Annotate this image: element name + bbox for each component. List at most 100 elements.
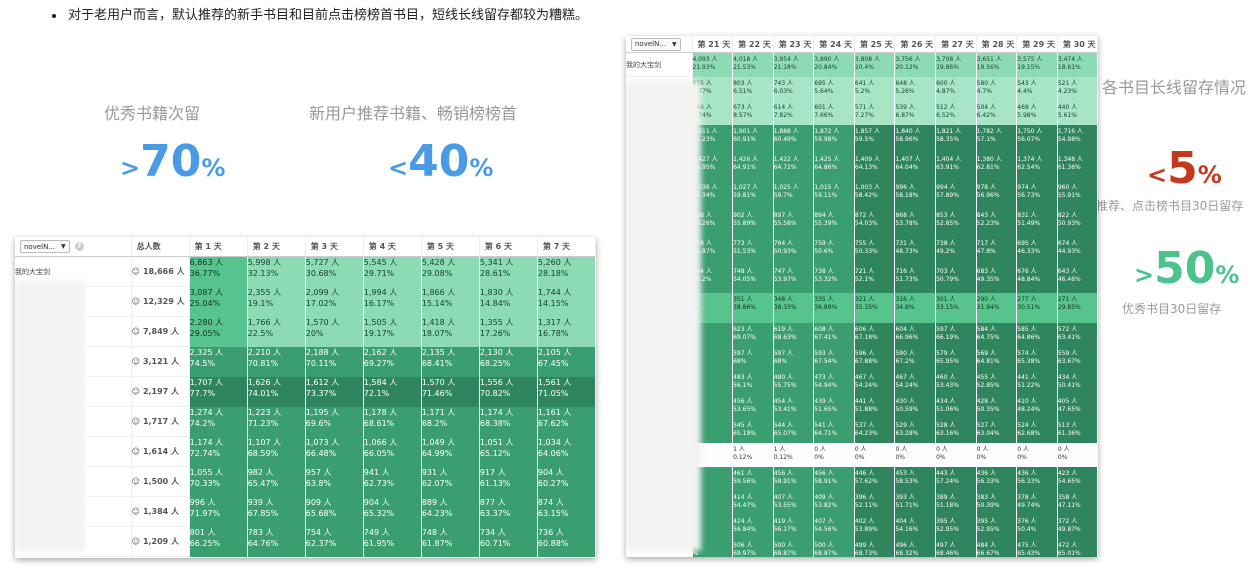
retention-cell: 424 人 56.84% [732,514,774,539]
retention-cell: 1,626 人 74.01% [247,376,306,407]
header-selector-cell: novelN... ▼ [626,36,693,53]
retention-cell: 978 人 56.96% [976,180,1018,209]
retention-cell: 1,380 人 62.81% [976,152,1018,181]
table-row: ☺ 1,500 人 1,055 人 70.33% 982 人 65.47% 957 人 63.… [15,466,596,497]
retention-cell: 497 人 68.46% [935,538,977,557]
retention-cell: 6,863 人 36.77% [189,256,248,287]
retention-cell: 748 人 54.05% [732,264,774,293]
help-icon[interactable]: ? [74,241,84,251]
day-header: 第 22 天 [732,36,774,53]
bullet-point: 对于老用户而言，默认推荐的新手书目和目前点击榜榜首书目，短线长线留存都较为糟糕。 [52,4,588,23]
retention-cell: 738 人 49.2% [935,236,977,265]
retention-cell: 428 人 50.35% [976,394,1018,419]
stat-label-long-retention: 各书目长线留存情况 [1102,78,1247,97]
retention-cell: 585 人 64.86% [1016,322,1058,347]
stat-label-recommend: 推荐、点击榜书目30日留存 [1096,199,1244,213]
retention-cell: 1,174 人 72.74% [189,436,248,467]
retention-cell: 1,426 人 64.91% [732,152,774,181]
retention-cell: 453 人 58.53% [894,466,937,491]
retention-cell: 623 人 69.07% [732,322,774,347]
retention-cell: 674 人 44.93% [1057,236,1098,265]
retention-cell: 597 人 66.19% [935,322,977,347]
user-icon: ☺ [131,267,140,276]
retention-cell: 1,866 人 15.14% [421,286,480,317]
retention-cell: 395 人 52.95% [935,514,977,539]
day-header: 第 24 天 [813,36,855,53]
retention-cell: 1,744 人 14.15% [537,286,596,317]
retention-cell: 1,766 人 22.5% [247,316,306,347]
retention-cell: 419 人 56.17% [773,514,815,539]
retention-cell: 0 人 0% [976,442,1018,467]
retention-cell: 909 人 65.68% [305,496,364,527]
retention-cell: 440 人 5.61% [1057,100,1098,125]
retention-cell: 3,575 人 19.15% [1016,52,1058,77]
retention-cell: 957 人 63.8% [305,466,364,497]
retention-cell: 1,174 人 68.38% [479,406,538,437]
row-total: ☺ 1,614 人 [131,436,190,467]
row-total: ☺ 18,666 人 [131,256,190,287]
retention-cell: 1,409 人 64.13% [854,152,896,181]
retention-cell: 1,051 人 65.12% [479,436,538,467]
retention-cell: 584 人 64.75% [976,322,1018,347]
user-icon: ☺ [131,507,140,516]
day-header: 第 7 天 [537,237,596,257]
left-grid: novelN... ▼? 总人数 第 1 天 第 2 天 第 3 天 第 4 天 … [15,237,596,557]
stat-label-excellent: 优秀书目30日留存 [1122,302,1222,316]
user-icon: ☺ [131,297,140,306]
table-row: ☺ 7,849 人 2,280 人 29.05% 1,766 人 22.5% 1,570 人… [15,316,596,347]
retention-cell: 0 人 0% [813,442,855,467]
retention-cell: 604 人 66.96% [894,322,937,347]
header-selector-cell: novelN... ▼? [15,237,132,257]
retention-cell: 2,162 人 69.27% [363,346,422,377]
retention-cell: 695 人 5.64% [813,76,855,101]
retention-cell: 803 人 6.51% [732,76,774,101]
retention-cell: 1,707 人 77.7% [189,376,248,407]
retention-cell: 1,178 人 68.61% [363,406,422,437]
retention-cell: 539 人 6.87% [894,100,937,125]
row-total: ☺ 2,197 人 [131,376,190,407]
retention-cell: 1,073 人 66.48% [305,436,364,467]
retention-cell: 395 人 52.95% [976,514,1018,539]
retention-cell: 3,890 人 20.84% [813,52,855,77]
retention-cell: 5,260 人 28.18% [537,256,596,287]
retention-cell: 512 人 6.52% [935,100,977,125]
retention-cell: 1,355 人 17.26% [479,316,538,347]
user-icon: ☺ [131,447,140,456]
retention-cell: 843 人 52.23% [976,208,1018,237]
retention-cell: 1,223 人 71.23% [247,406,306,437]
retention-cell: 393 人 51.71% [894,490,937,515]
retention-cell: 721 人 52.1% [854,264,896,293]
retention-cell: 430 人 50.59% [894,394,937,419]
retention-cell: 407 人 53.55% [773,490,815,515]
retention-cell: 569 人 64.81% [976,346,1018,371]
retention-cell: 454 人 53.41% [773,394,815,419]
retention-cell: 3,651 人 19.56% [976,52,1018,77]
retention-cell: 480 人 55.75% [773,370,815,395]
retention-cell: 831 人 51.49% [1016,208,1058,237]
retention-cell: 499 人 68.73% [854,538,896,557]
novel-select[interactable]: novelN... ▼ [631,37,681,51]
retention-cell: 446 人 57.62% [854,466,896,491]
retention-cell: 1,821 人 58.35% [935,124,977,153]
retention-cell: 1,107 人 68.59% [247,436,306,467]
retention-cell: 1,994 人 16.17% [363,286,422,317]
retention-cell: 904 人 60.27% [537,466,596,497]
retention-cell: 877 人 63.37% [479,496,538,527]
retention-cell: 600 人 4.87% [935,76,977,101]
retention-cell: 2,355 人 19.1% [247,286,306,317]
novel-select[interactable]: novelN... ▼ [20,240,70,253]
day-header: 第 25 天 [854,36,896,53]
retention-cell: 521 人 4.23% [1057,76,1098,101]
retention-cell: 574 人 65.38% [1016,346,1058,371]
retention-cell: 676 人 48.84% [1016,264,1058,293]
retention-cell: 467 人 54.24% [854,370,896,395]
retention-cell: 1,422 人 64.72% [773,152,815,181]
retention-cell: 1,171 人 68.2% [421,406,480,437]
retention-cell: 1,782 人 57.1% [976,124,1018,153]
retention-cell: 1,750 人 56.07% [1016,124,1058,153]
retention-cell: 754 人 62.37% [305,526,364,557]
retention-cell: 4,018 人 21.53% [732,52,774,77]
retention-cell: 994 人 57.89% [935,180,977,209]
retention-cell: 504 人 6.42% [976,100,1018,125]
retention-cell: 2,188 人 70.11% [305,346,364,377]
